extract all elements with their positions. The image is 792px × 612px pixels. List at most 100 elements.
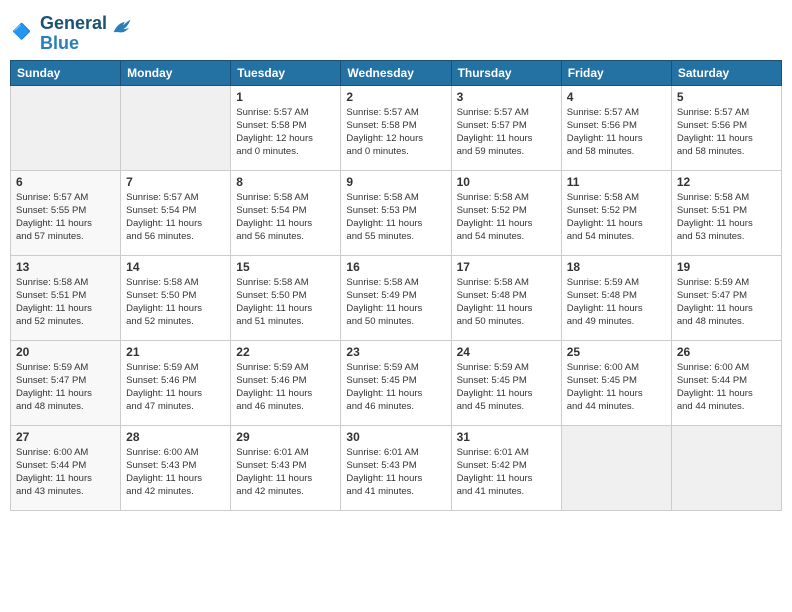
day-number: 15: [236, 260, 335, 274]
calendar-cell: 4 Sunrise: 5:57 AMSunset: 5:56 PMDaylight…: [561, 85, 671, 170]
day-number: 8: [236, 175, 335, 189]
calendar-cell: 10 Sunrise: 5:58 AMSunset: 5:52 PMDayligh…: [451, 170, 561, 255]
calendar-cell: 14 Sunrise: 5:58 AMSunset: 5:50 PMDayligh…: [121, 255, 231, 340]
day-info: Sunrise: 5:59 AMSunset: 5:46 PMDaylight:…: [236, 361, 335, 414]
calendar-cell: 29 Sunrise: 6:01 AMSunset: 5:43 PMDayligh…: [231, 425, 341, 510]
calendar-cell: [561, 425, 671, 510]
day-info: Sunrise: 6:00 AMSunset: 5:44 PMDaylight:…: [16, 446, 115, 499]
day-number: 16: [346, 260, 445, 274]
day-info: Sunrise: 5:58 AMSunset: 5:48 PMDaylight:…: [457, 276, 556, 329]
day-info: Sunrise: 6:01 AMSunset: 5:42 PMDaylight:…: [457, 446, 556, 499]
calendar-cell: 26Sunrise: 6:00 AMSunset: 5:44 PMDayligh…: [671, 340, 781, 425]
calendar-cell: [11, 85, 121, 170]
day-number: 31: [457, 430, 556, 444]
calendar-cell: 3Sunrise: 5:57 AMSunset: 5:57 PMDaylight…: [451, 85, 561, 170]
day-info: Sunrise: 6:01 AMSunset: 5:43 PMDaylight:…: [346, 446, 445, 499]
day-info: Sunrise: 5:58 AMSunset: 5:52 PMDaylight:…: [457, 191, 556, 244]
day-number: 19: [677, 260, 776, 274]
day-info: Sunrise: 5:58 AMSunset: 5:49 PMDaylight:…: [346, 276, 445, 329]
day-number: 24: [457, 345, 556, 359]
calendar-cell: 9Sunrise: 5:58 AMSunset: 5:53 PMDaylight…: [341, 170, 451, 255]
bird-icon: [110, 16, 132, 38]
day-info: Sunrise: 5:58 AMSunset: 5:50 PMDaylight:…: [126, 276, 225, 329]
day-info: Sunrise: 5:58 AMSunset: 5:53 PMDaylight:…: [346, 191, 445, 244]
day-number: 23: [346, 345, 445, 359]
page-header: 🔷 General Blue: [10, 10, 782, 54]
calendar-cell: 16 Sunrise: 5:58 AMSunset: 5:49 PMDayligh…: [341, 255, 451, 340]
day-number: 12: [677, 175, 776, 189]
weekday-header-tuesday: Tuesday: [231, 60, 341, 85]
day-number: 7: [126, 175, 225, 189]
day-number: 28: [126, 430, 225, 444]
day-info: Sunrise: 5:57 AMSunset: 5:55 PMDaylight:…: [16, 191, 115, 244]
calendar-cell: 7 Sunrise: 5:57 AMSunset: 5:54 PMDaylight…: [121, 170, 231, 255]
calendar-table: SundayMondayTuesdayWednesdayThursdayFrid…: [10, 60, 782, 511]
day-number: 2: [346, 90, 445, 104]
day-number: 25: [567, 345, 666, 359]
calendar-cell: 1 Sunrise: 5:57 AMSunset: 5:58 PMDaylight…: [231, 85, 341, 170]
calendar-cell: 5Sunrise: 5:57 AMSunset: 5:56 PMDaylight…: [671, 85, 781, 170]
day-info: Sunrise: 5:57 AMSunset: 5:58 PMDaylight:…: [236, 106, 335, 159]
calendar-cell: 17Sunrise: 5:58 AMSunset: 5:48 PMDayligh…: [451, 255, 561, 340]
calendar-cell: [121, 85, 231, 170]
calendar-cell: 18 Sunrise: 5:59 AMSunset: 5:48 PMDayligh…: [561, 255, 671, 340]
weekday-header-monday: Monday: [121, 60, 231, 85]
calendar-week-row: 13Sunrise: 5:58 AMSunset: 5:51 PMDayligh…: [11, 255, 782, 340]
day-info: Sunrise: 6:01 AMSunset: 5:43 PMDaylight:…: [236, 446, 335, 499]
svg-text:🔷: 🔷: [12, 23, 31, 41]
day-info: Sunrise: 6:00 AMSunset: 5:45 PMDaylight:…: [567, 361, 666, 414]
day-info: Sunrise: 5:59 AMSunset: 5:46 PMDaylight:…: [126, 361, 225, 414]
calendar-week-row: 27 Sunrise: 6:00 AMSunset: 5:44 PMDayligh…: [11, 425, 782, 510]
day-number: 4: [567, 90, 666, 104]
calendar-cell: 24 Sunrise: 5:59 AMSunset: 5:45 PMDayligh…: [451, 340, 561, 425]
day-info: Sunrise: 5:57 AMSunset: 5:56 PMDaylight:…: [567, 106, 666, 159]
day-info: Sunrise: 5:58 AMSunset: 5:50 PMDaylight:…: [236, 276, 335, 329]
day-info: Sunrise: 5:59 AMSunset: 5:48 PMDaylight:…: [567, 276, 666, 329]
day-number: 5: [677, 90, 776, 104]
calendar-cell: 30 Sunrise: 6:01 AMSunset: 5:43 PMDayligh…: [341, 425, 451, 510]
calendar-cell: 19Sunrise: 5:59 AMSunset: 5:47 PMDayligh…: [671, 255, 781, 340]
calendar-cell: 11Sunrise: 5:58 AMSunset: 5:52 PMDayligh…: [561, 170, 671, 255]
calendar-cell: 21 Sunrise: 5:59 AMSunset: 5:46 PMDayligh…: [121, 340, 231, 425]
calendar-cell: 22Sunrise: 5:59 AMSunset: 5:46 PMDayligh…: [231, 340, 341, 425]
calendar-cell: 13Sunrise: 5:58 AMSunset: 5:51 PMDayligh…: [11, 255, 121, 340]
day-info: Sunrise: 6:00 AMSunset: 5:43 PMDaylight:…: [126, 446, 225, 499]
logo-icon: 🔷: [12, 17, 40, 45]
calendar-cell: 31 Sunrise: 6:01 AMSunset: 5:42 PMDayligh…: [451, 425, 561, 510]
day-number: 18: [567, 260, 666, 274]
day-number: 14: [126, 260, 225, 274]
calendar-week-row: 20 Sunrise: 5:59 AMSunset: 5:47 PMDayligh…: [11, 340, 782, 425]
day-number: 20: [16, 345, 115, 359]
calendar-cell: 15 Sunrise: 5:58 AMSunset: 5:50 PMDayligh…: [231, 255, 341, 340]
calendar-cell: 12 Sunrise: 5:58 AMSunset: 5:51 PMDayligh…: [671, 170, 781, 255]
logo: 🔷 General Blue: [10, 14, 132, 54]
calendar-week-row: 1 Sunrise: 5:57 AMSunset: 5:58 PMDaylight…: [11, 85, 782, 170]
calendar-week-row: 6 Sunrise: 5:57 AMSunset: 5:55 PMDaylight…: [11, 170, 782, 255]
day-info: Sunrise: 5:58 AMSunset: 5:51 PMDaylight:…: [677, 191, 776, 244]
day-number: 21: [126, 345, 225, 359]
weekday-header-sunday: Sunday: [11, 60, 121, 85]
day-info: Sunrise: 5:58 AMSunset: 5:52 PMDaylight:…: [567, 191, 666, 244]
calendar-cell: [671, 425, 781, 510]
day-info: Sunrise: 5:57 AMSunset: 5:54 PMDaylight:…: [126, 191, 225, 244]
day-info: Sunrise: 5:59 AMSunset: 5:47 PMDaylight:…: [16, 361, 115, 414]
day-info: Sunrise: 5:58 AMSunset: 5:51 PMDaylight:…: [16, 276, 115, 329]
day-number: 30: [346, 430, 445, 444]
calendar-cell: 25 Sunrise: 6:00 AMSunset: 5:45 PMDayligh…: [561, 340, 671, 425]
calendar-cell: 20 Sunrise: 5:59 AMSunset: 5:47 PMDayligh…: [11, 340, 121, 425]
day-number: 6: [16, 175, 115, 189]
day-info: Sunrise: 5:59 AMSunset: 5:45 PMDaylight:…: [457, 361, 556, 414]
calendar-cell: 27 Sunrise: 6:00 AMSunset: 5:44 PMDayligh…: [11, 425, 121, 510]
day-number: 1: [236, 90, 335, 104]
day-info: Sunrise: 5:59 AMSunset: 5:45 PMDaylight:…: [346, 361, 445, 414]
calendar-cell: 2Sunrise: 5:57 AMSunset: 5:58 PMDaylight…: [341, 85, 451, 170]
day-number: 29: [236, 430, 335, 444]
day-info: Sunrise: 5:58 AMSunset: 5:54 PMDaylight:…: [236, 191, 335, 244]
day-number: 27: [16, 430, 115, 444]
day-number: 10: [457, 175, 556, 189]
weekday-header-saturday: Saturday: [671, 60, 781, 85]
calendar-cell: 6 Sunrise: 5:57 AMSunset: 5:55 PMDaylight…: [11, 170, 121, 255]
calendar-cell: 28 Sunrise: 6:00 AMSunset: 5:43 PMDayligh…: [121, 425, 231, 510]
day-number: 3: [457, 90, 556, 104]
logo-text: General Blue: [40, 14, 107, 54]
